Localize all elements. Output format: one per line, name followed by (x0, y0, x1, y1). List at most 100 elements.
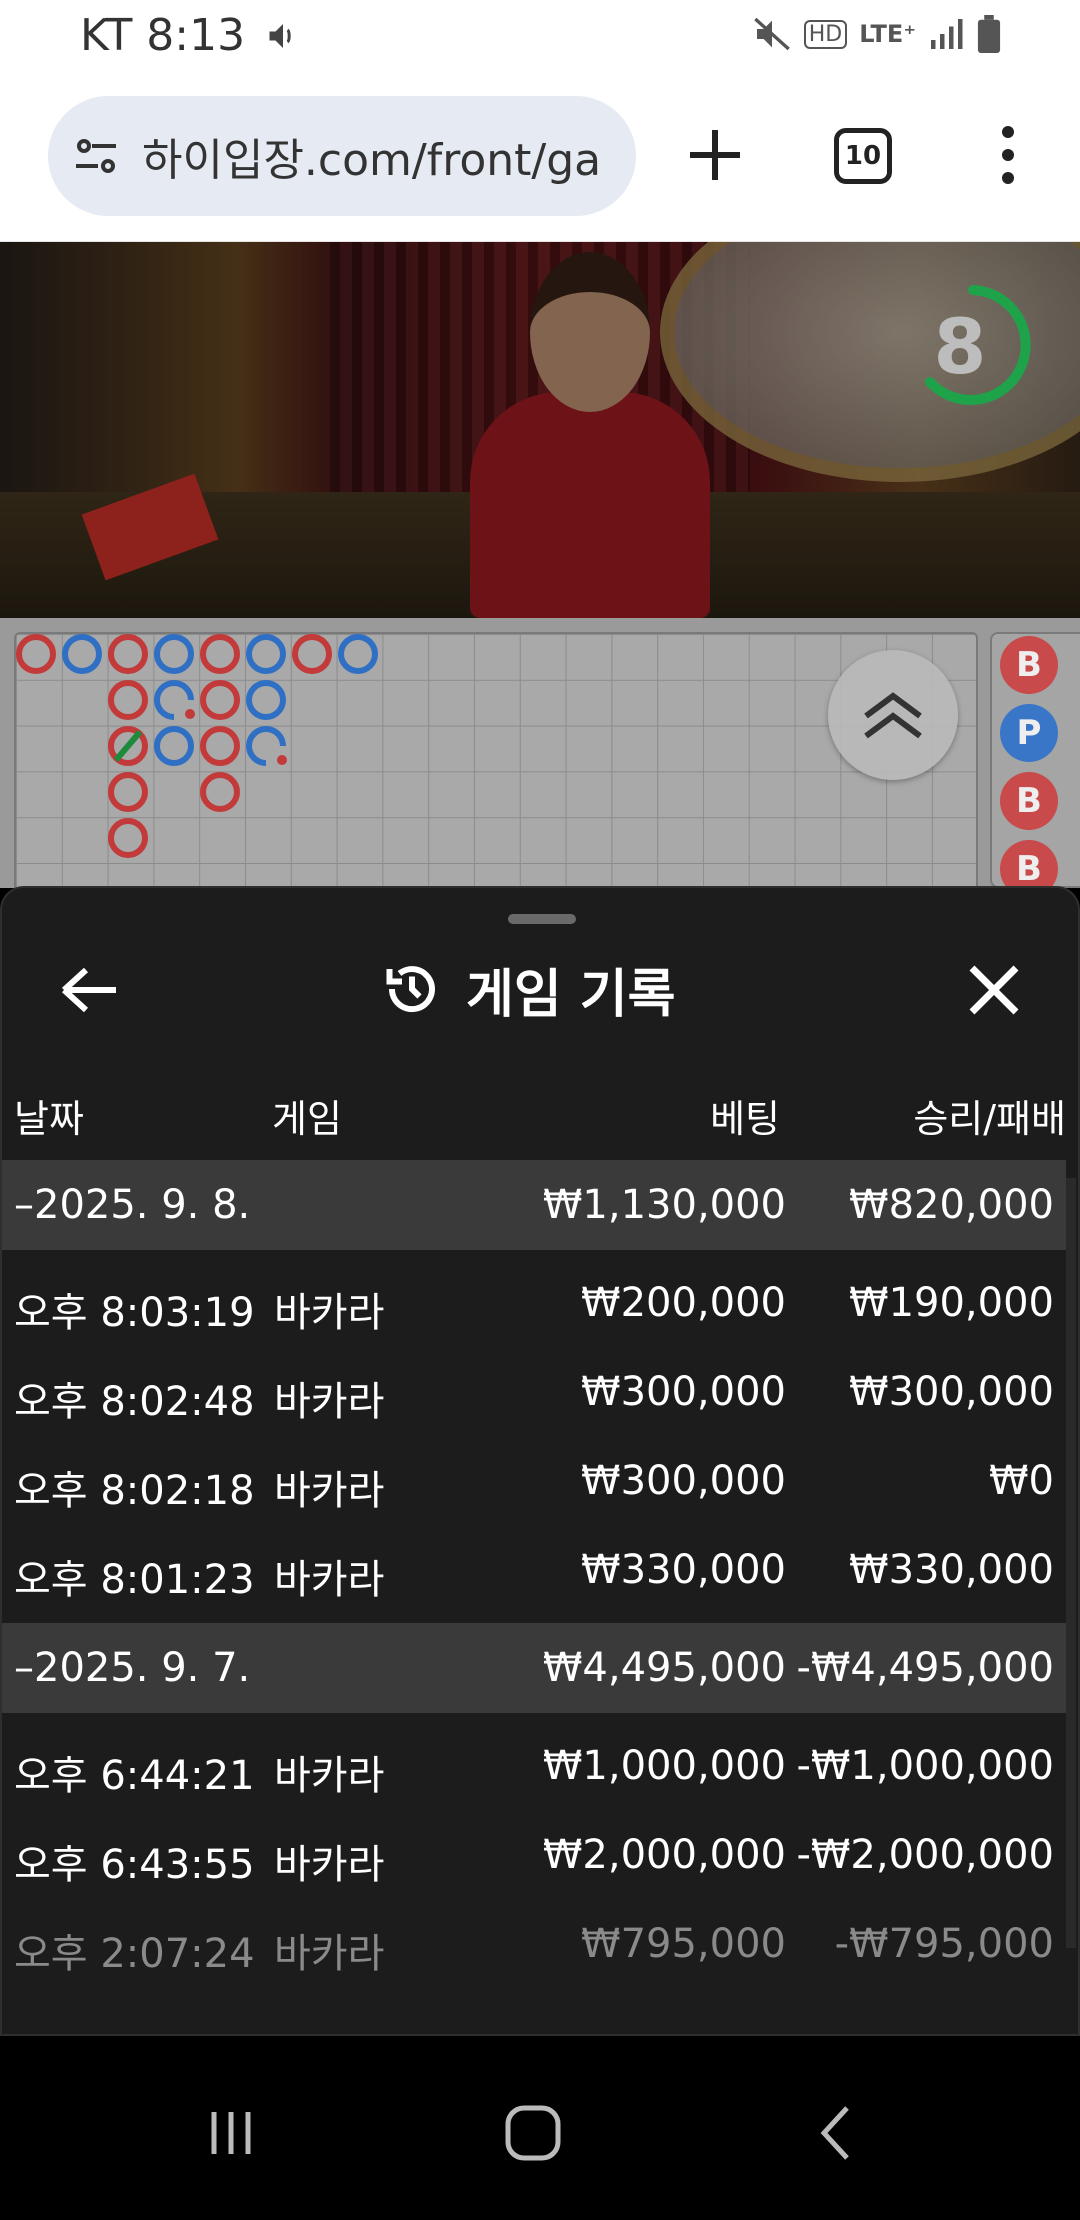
row-bet: ₩300,000 (581, 1458, 786, 1504)
row-win-loss: -₩1,000,000 (796, 1743, 1054, 1789)
row-game: 바카라 (274, 1557, 385, 1603)
table-row[interactable]: 오후 8:03:19 바카라 ₩200,000 ₩190,000 (2, 1258, 1066, 1348)
drag-handle[interactable] (508, 914, 576, 924)
table-row[interactable]: 오후 8:01:23 바카라 ₩330,000 ₩330,000 (2, 1525, 1066, 1615)
group-date: –2025. 9. 7. (14, 1645, 251, 1691)
side-bead: P (1000, 704, 1058, 762)
site-settings-icon[interactable] (72, 132, 120, 180)
group-bet-total: ₩1,130,000 (542, 1182, 786, 1228)
bead-player (62, 634, 102, 674)
system-nav-bar (0, 2036, 1080, 2220)
hd-icon: HD (803, 19, 848, 49)
row-bet: ₩2,000,000 (542, 1832, 786, 1878)
history-icon (386, 966, 435, 1013)
bead-banker (200, 634, 240, 674)
signal-icon (931, 19, 963, 49)
column-header-bet[interactable]: 베팅 (710, 1088, 780, 1143)
url-text[interactable]: 하이입장.com/front/ga (142, 124, 601, 188)
row-win-loss: -₩795,000 (834, 1921, 1054, 1967)
row-time: 오후 8:01:23 (14, 1557, 255, 1603)
volume-icon (269, 23, 291, 48)
row-bet: ₩200,000 (581, 1280, 786, 1326)
date-group-row[interactable]: –2025. 9. 7. ₩4,495,000 -₩4,495,000 (2, 1623, 1066, 1713)
row-time: 오후 8:02:48 (14, 1379, 255, 1425)
game-history-sheet: 게임 기록 날짜 게임 베팅 승리/패배 –2025. 9. 8. ₩1,130… (0, 886, 1080, 2036)
row-time: 오후 6:43:55 (14, 1842, 255, 1888)
tab-switcher-button[interactable]: 10 (834, 128, 892, 184)
bead-player (154, 634, 194, 674)
table-row[interactable]: 오후 2:07:24 바카라 ₩795,000 -₩795,000 (2, 1899, 1066, 1989)
column-header-win-loss[interactable]: 승리/패배 (913, 1088, 1066, 1143)
home-icon[interactable] (488, 2088, 578, 2178)
row-win-loss: ₩0 (989, 1458, 1054, 1504)
row-win-loss: ₩300,000 (849, 1369, 1054, 1415)
bead-banker (292, 634, 332, 674)
pair-dot (277, 755, 287, 765)
row-time: 오후 6:44:21 (14, 1753, 255, 1799)
bead-banker (200, 772, 240, 812)
row-win-loss: -₩2,000,000 (796, 1832, 1054, 1878)
status-icons: HD LTE⁺ (752, 14, 1002, 54)
bead-player (338, 634, 378, 674)
row-bet: ₩300,000 (581, 1369, 786, 1415)
recent-apps-icon[interactable] (186, 2088, 276, 2178)
close-icon[interactable] (962, 958, 1026, 1022)
new-tab-button[interactable] (680, 110, 750, 200)
sheet-header: 게임 기록 (382, 954, 676, 1025)
column-header-date[interactable]: 날짜 (14, 1088, 84, 1143)
list-scrollbar[interactable] (1066, 1178, 1076, 1948)
tab-count: 10 (844, 141, 882, 171)
sheet-title: 게임 기록 (466, 964, 676, 1025)
lte-icon: LTE⁺ (859, 20, 916, 48)
column-header-game[interactable]: 게임 (272, 1088, 342, 1143)
bead-banker (200, 680, 240, 720)
row-time: 오후 8:03:19 (14, 1290, 255, 1336)
row-win-loss: ₩330,000 (849, 1547, 1054, 1593)
back-arrow-icon[interactable] (58, 958, 122, 1022)
bead-banker (16, 634, 56, 674)
browser-toolbar: 하이입장.com/front/ga 10 (0, 76, 1080, 242)
table-row[interactable]: 오후 6:44:21 바카라 ₩1,000,000 -₩1,000,000 (2, 1721, 1066, 1811)
back-nav-icon[interactable] (792, 2088, 882, 2178)
double-chevron-up-icon (864, 692, 922, 739)
side-bead: B (1000, 636, 1058, 694)
live-dealer-video[interactable]: 8 (0, 242, 1080, 618)
row-bet: ₩795,000 (581, 1921, 786, 1967)
bead-banker (108, 680, 148, 720)
table-row[interactable]: 오후 6:43:55 바카라 ₩2,000,000 -₩2,000,000 (2, 1810, 1066, 1900)
row-game: 바카라 (274, 1379, 385, 1425)
side-bead-label: B (1016, 645, 1042, 685)
countdown-number: 8 (933, 302, 987, 391)
row-win-loss: ₩190,000 (849, 1280, 1054, 1326)
status-left: KT 8:13 (80, 10, 301, 61)
bead-banker (108, 634, 148, 674)
row-bet: ₩330,000 (581, 1547, 786, 1593)
bead-player (246, 634, 286, 674)
address-bar[interactable]: 하이입장.com/front/ga (48, 96, 636, 216)
row-time: 오후 2:07:24 (14, 1931, 255, 1977)
group-win-loss-total: -₩4,495,000 (796, 1645, 1054, 1691)
pair-dot (185, 709, 195, 719)
date-group-row[interactable]: –2025. 9. 8. ₩1,130,000 ₩820,000 (2, 1160, 1066, 1250)
carrier-time: KT 8:13 (80, 10, 246, 61)
more-menu-icon[interactable] (990, 120, 1026, 190)
status-bar: KT 8:13 HD LTE⁺ (0, 0, 1080, 76)
row-game: 바카라 (274, 1842, 385, 1888)
row-time: 오후 8:02:18 (14, 1468, 255, 1514)
bead-player (154, 726, 194, 766)
table-row[interactable]: 오후 8:02:48 바카라 ₩300,000 ₩300,000 (2, 1347, 1066, 1437)
side-bead-label: P (1016, 713, 1042, 753)
row-game: 바카라 (274, 1753, 385, 1799)
bead-player (246, 680, 286, 720)
bead-banker (200, 726, 240, 766)
group-bet-total: ₩4,495,000 (542, 1645, 786, 1691)
row-game: 바카라 (274, 1931, 385, 1977)
row-bet: ₩1,000,000 (542, 1743, 786, 1789)
table-row[interactable]: 오후 8:02:18 바카라 ₩300,000 ₩0 (2, 1436, 1066, 1526)
battery-icon (977, 15, 1001, 53)
row-game: 바카라 (274, 1290, 385, 1336)
expand-roadmap-button[interactable] (828, 650, 958, 780)
row-game: 바카라 (274, 1468, 385, 1514)
mute-icon (753, 17, 790, 51)
bead-banker (108, 818, 148, 858)
